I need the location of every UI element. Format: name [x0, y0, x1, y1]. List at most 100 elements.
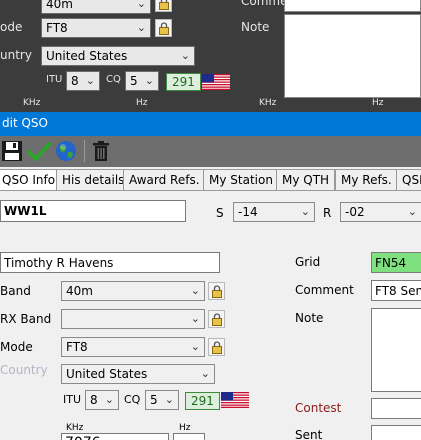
- lookup-button[interactable]: [54, 139, 78, 163]
- edit-qso-dialog: QSO Info His details Award Refs. My Stat…: [0, 136, 421, 440]
- name-value: Timothy R Havens: [4, 256, 114, 270]
- lock-icon: [158, 0, 169, 10]
- band-select[interactable]: 40m ⌄: [61, 281, 205, 301]
- tab-award-refs[interactable]: Award Refs.: [123, 169, 206, 191]
- rx-band-label: RX Band: [0, 312, 52, 326]
- country-label: Country: [0, 363, 48, 377]
- confirm-button[interactable]: [27, 139, 51, 163]
- bg-note-label: Note: [241, 20, 270, 34]
- chevron-down-icon: ⌄: [85, 74, 95, 87]
- bg-mode-lock-button[interactable]: [155, 19, 172, 37]
- chevron-down-icon: ⌄: [407, 205, 417, 218]
- rst-rcvd-value: -02: [345, 205, 365, 219]
- bg-country-value: United States: [46, 49, 128, 63]
- lock-icon: [211, 312, 222, 326]
- rx-band-lock-button[interactable]: [208, 310, 225, 328]
- itu-select[interactable]: 8 ⌄: [85, 390, 119, 410]
- itu-label: ITU: [63, 393, 82, 406]
- callsign-value: WW1L: [4, 204, 47, 218]
- chevron-down-icon: ⌄: [104, 393, 114, 406]
- bg-note-field[interactable]: [284, 14, 421, 98]
- chevron-down-icon: ⌄: [180, 49, 190, 62]
- rx-band-select[interactable]: ⌄: [61, 309, 205, 329]
- mode-lock-button[interactable]: [208, 338, 225, 356]
- chevron-down-icon: ⌄: [190, 284, 200, 297]
- chevron-down-icon: ⌄: [190, 340, 200, 353]
- delete-button[interactable]: [89, 139, 113, 163]
- r-label: R: [323, 206, 332, 220]
- dxcc-badge: 291: [185, 392, 220, 410]
- chevron-down-icon: ⌄: [164, 393, 174, 406]
- bg-band-select[interactable]: 40m ⌄: [41, 0, 151, 14]
- contest-field[interactable]: [371, 398, 421, 419]
- callsign-field[interactable]: WW1L: [0, 200, 186, 222]
- mode-select[interactable]: FT8 ⌄: [61, 337, 205, 357]
- note-label: Note: [295, 311, 324, 325]
- toolbar: [0, 136, 421, 167]
- rst-sent-value: -14: [238, 205, 258, 219]
- bg-country-select[interactable]: United States ⌄: [41, 46, 195, 66]
- country-select[interactable]: United States ⌄: [61, 364, 215, 384]
- frequency-hz-field[interactable]: [173, 433, 205, 440]
- country-value: United States: [66, 367, 148, 381]
- chevron-down-icon: ⌄: [144, 74, 154, 87]
- globe-icon: [56, 141, 76, 161]
- comment-value: FT8 Sen: [375, 284, 421, 298]
- rst-rcvd-select[interactable]: -02 ⌄: [340, 202, 421, 222]
- bg-hz-label-2: Hz: [372, 98, 384, 108]
- khz-label: KHz: [66, 423, 84, 433]
- grid-field[interactable]: FN54: [371, 252, 421, 273]
- grid-value: FN54: [375, 256, 407, 270]
- bg-khz-label: KHz: [23, 98, 41, 108]
- tab-my-refs[interactable]: My Refs.: [335, 169, 398, 191]
- bg-mode-label: ode: [0, 20, 23, 34]
- lock-icon: [158, 21, 169, 35]
- tab-qso-info[interactable]: QSO Info: [0, 169, 62, 191]
- bg-cq-value: 5: [130, 74, 138, 88]
- bg-band-lock-button[interactable]: [155, 0, 172, 12]
- dialog-title: dit QSO: [2, 116, 48, 130]
- bg-band-value: 40m: [46, 0, 73, 11]
- save-button[interactable]: [0, 139, 24, 163]
- band-value: 40m: [66, 284, 93, 298]
- cq-label: CQ: [124, 393, 141, 406]
- cq-value: 5: [150, 393, 158, 407]
- main-window-background: 40m ⌄ Comment ode FT8 ⌄ Note untry Unite…: [0, 0, 421, 112]
- bg-mode-value: FT8: [46, 21, 68, 35]
- bg-itu-select[interactable]: 8 ⌄: [66, 71, 100, 91]
- sent-label: Sent: [295, 428, 323, 440]
- mode-label: Mode: [0, 340, 33, 354]
- comment-field[interactable]: FT8 Sen: [371, 280, 421, 301]
- bg-mode-select[interactable]: FT8 ⌄: [41, 18, 151, 38]
- bg-cq-label: CQ: [106, 74, 121, 85]
- chevron-down-icon: ⌄: [190, 312, 200, 325]
- contest-label: Contest: [295, 401, 342, 415]
- us-flag-icon: [221, 392, 249, 408]
- itu-value: 8: [90, 393, 98, 407]
- band-lock-button[interactable]: [208, 282, 225, 300]
- dialog-title-bar[interactable]: dit QSO: [0, 112, 421, 136]
- tab-his-details[interactable]: His details: [56, 169, 131, 191]
- trash-icon: [93, 141, 109, 161]
- comment-label: Comment: [295, 283, 354, 297]
- tab-my-station[interactable]: My Station: [203, 169, 279, 191]
- cq-select[interactable]: 5 ⌄: [145, 390, 179, 410]
- bg-itu-label: ITU: [46, 74, 63, 85]
- bg-comment-field[interactable]: [284, 0, 421, 12]
- frequency-khz-field[interactable]: 7076: [61, 433, 169, 440]
- frequency-khz-value: 7076: [65, 435, 101, 440]
- check-icon: [27, 142, 51, 161]
- grid-label: Grid: [295, 255, 321, 269]
- bg-hz-label: Hz: [136, 98, 148, 108]
- note-field[interactable]: [371, 308, 421, 392]
- chevron-down-icon: ⌄: [136, 21, 146, 34]
- s-label: S: [216, 206, 224, 220]
- bg-cq-select[interactable]: 5 ⌄: [125, 71, 159, 91]
- lock-icon: [211, 340, 222, 354]
- rst-sent-select[interactable]: -14 ⌄: [233, 202, 315, 222]
- tab-my-qth[interactable]: My QTH: [276, 169, 336, 191]
- name-field[interactable]: Timothy R Havens: [0, 252, 220, 273]
- save-icon: [2, 141, 22, 161]
- tab-qsl[interactable]: QSL: [396, 169, 421, 191]
- sent-field[interactable]: [371, 425, 421, 440]
